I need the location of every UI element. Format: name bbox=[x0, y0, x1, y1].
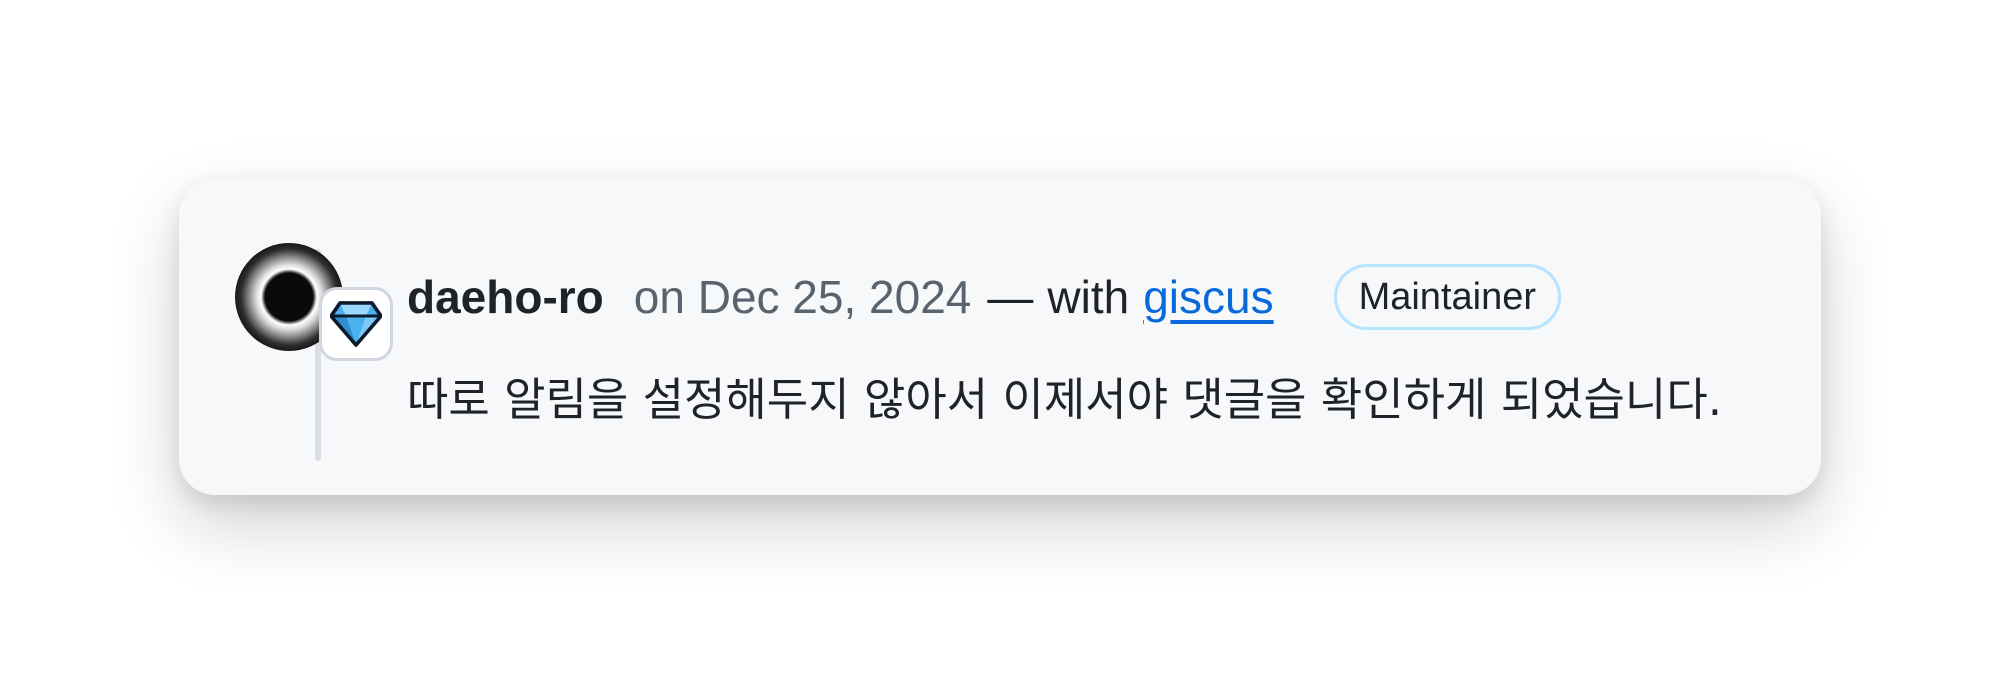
maintainer-badge: Maintainer bbox=[1333, 264, 1561, 330]
separator: — bbox=[987, 271, 1034, 323]
gem-icon bbox=[319, 287, 393, 361]
comment-body: 따로 알림을 설정해두지 않아서 이제서야 댓글을 확인하게 되었습니다. bbox=[407, 373, 1723, 426]
author-name[interactable]: daeho-ro bbox=[407, 270, 604, 324]
with-text: with bbox=[1047, 271, 1130, 323]
comment-date[interactable]: on Dec 25, 2024 bbox=[634, 270, 972, 324]
comment-card: daeho-ro on Dec 25, 2024 — with giscus M… bbox=[179, 179, 1821, 495]
comment-header: daeho-ro on Dec 25, 2024 — with giscus M… bbox=[407, 261, 1561, 333]
page: daeho-ro on Dec 25, 2024 — with giscus M… bbox=[0, 0, 2000, 676]
giscus-link[interactable]: giscus bbox=[1143, 270, 1273, 324]
